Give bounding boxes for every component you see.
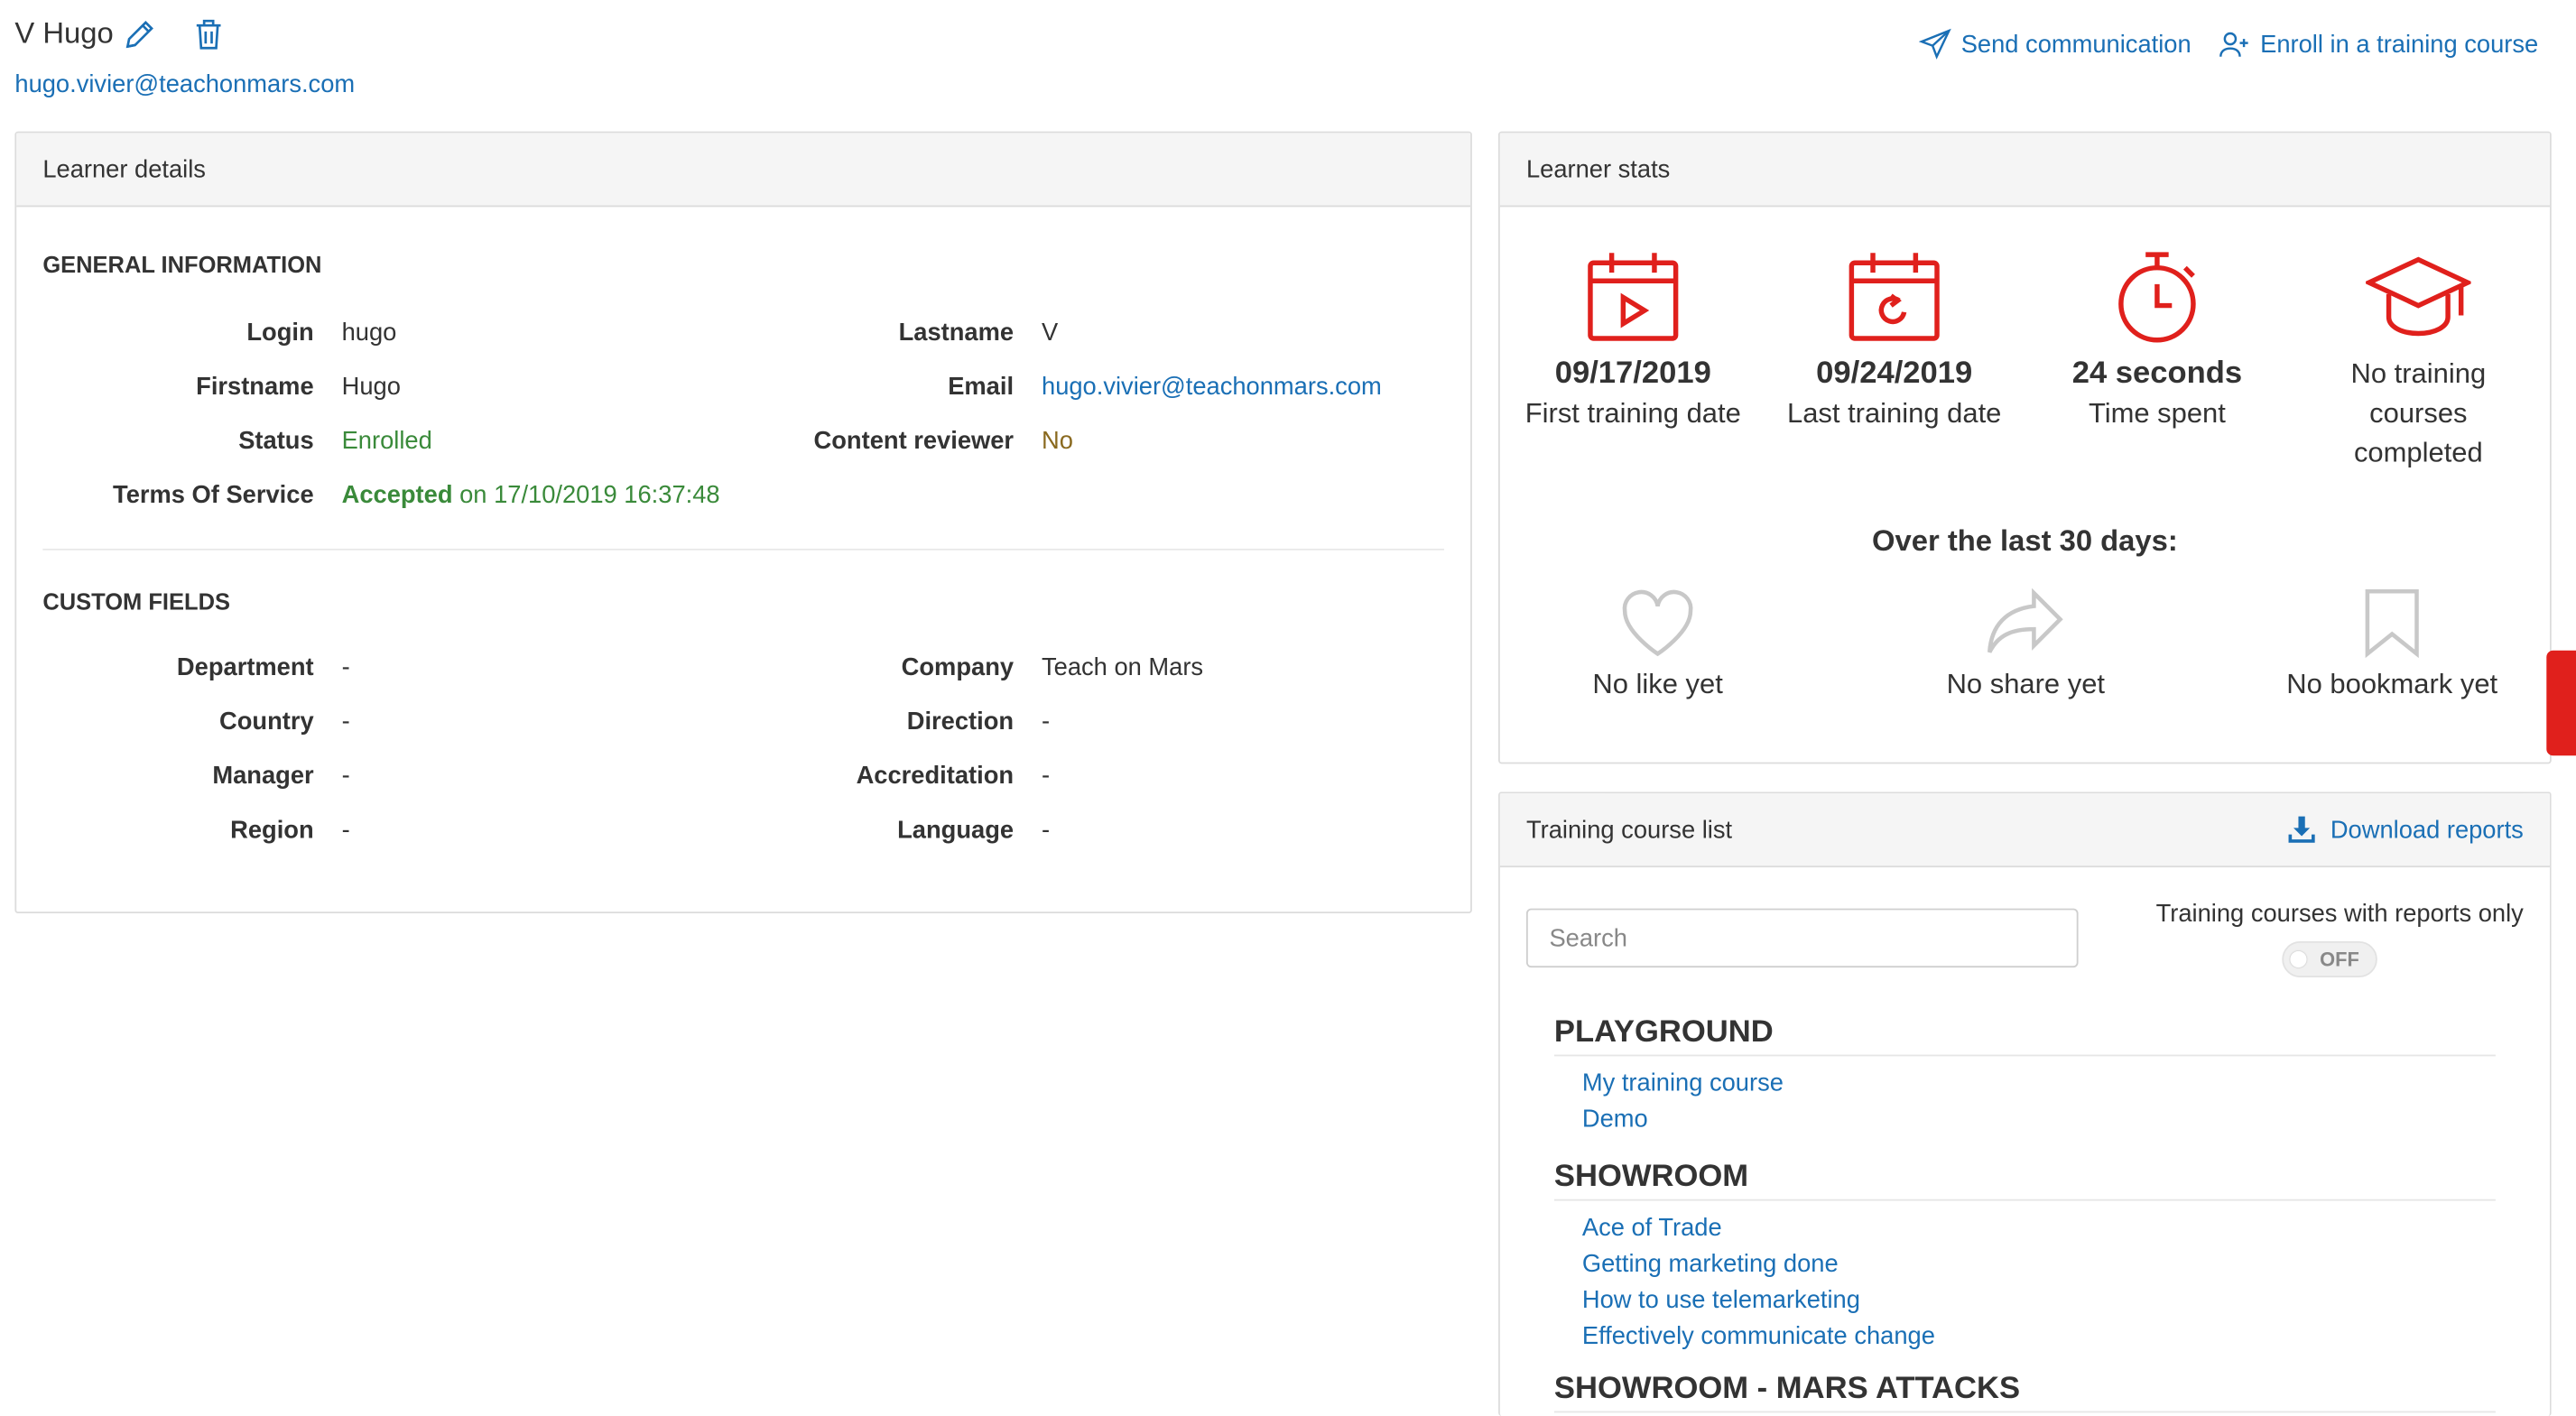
stat-bookmarks: No bookmark yet [2252, 587, 2531, 701]
share-icon [1987, 588, 2063, 653]
course-link[interactable]: How to use telemarketing [1554, 1283, 2496, 1319]
panel-header: Learner stats [1499, 133, 2550, 208]
stat-time-spent: 24 seconds Time spent [2043, 250, 2273, 434]
course-search-input[interactable] [1525, 908, 2079, 968]
training-list-title: Training course list [1525, 815, 1733, 844]
header-actions: Send communication Enroll in a training … [1918, 28, 2538, 60]
feedback-side-tab[interactable] [2546, 650, 2576, 756]
panel-header: Learner details [16, 133, 1471, 208]
graduation-cap-icon [2366, 256, 2471, 337]
paper-plane-icon [1918, 28, 1951, 60]
download-icon [2289, 816, 2316, 843]
tos-date: on 17/10/2019 16:37:48 [459, 481, 720, 510]
course-group-mars-attacks: SHOWROOM - MARS ATTACKS [1553, 1372, 2496, 1413]
toggle-state: OFF [2320, 948, 2359, 971]
course-link[interactable]: Getting marketing done [1554, 1247, 2496, 1283]
stat-first-training: 09/17/2019 First training date [1518, 250, 1748, 434]
send-communication-label: Send communication [1960, 30, 2191, 59]
send-communication-button[interactable]: Send communication [1918, 28, 2191, 60]
course-link[interactable]: Effectively communicate change [1554, 1319, 2496, 1356]
bookmark-icon [2365, 588, 2419, 659]
enroll-training-button[interactable]: Enroll in a training course [2218, 28, 2538, 60]
group-title: SHOWROOM [1553, 1160, 2496, 1201]
tos-status: Accepted [341, 481, 453, 510]
enroll-training-label: Enroll in a training course [2260, 30, 2539, 59]
user-plus-icon [2219, 32, 2248, 57]
calendar-play-icon [1588, 253, 1679, 341]
learner-name: V Hugo [14, 16, 114, 50]
trash-icon[interactable] [190, 16, 227, 52]
learner-details-panel: Learner details GENERAL INFORMATION Logi… [14, 131, 1472, 914]
stat-last-training: 09/24/2019 Last training date [1779, 250, 2009, 434]
status-value: Enrolled [341, 427, 432, 456]
learner-email-link[interactable]: hugo.vivier@teachonmars.com [14, 70, 355, 98]
learner-stats-panel: Learner stats 09/17/2019 First training … [1498, 131, 2552, 764]
stat-shares: No share yet [1886, 587, 2165, 701]
general-information-heading: GENERAL INFORMATION [42, 251, 322, 278]
panel-header: Training course list Download reports [1499, 793, 2550, 868]
email-link[interactable]: hugo.vivier@teachonmars.com [1042, 371, 1382, 403]
pencil-icon[interactable] [122, 16, 158, 52]
download-reports-button[interactable]: Download reports [2288, 815, 2524, 845]
reports-only-toggle[interactable]: OFF [2282, 940, 2377, 978]
last-30-days-heading: Over the last 30 days: [1872, 523, 2178, 558]
section-divider [42, 548, 1444, 551]
custom-fields-heading: CUSTOM FIELDS [42, 588, 230, 615]
reports-only-label: Training courses with reports only [2155, 900, 2524, 929]
calendar-refresh-icon [1849, 253, 1940, 341]
course-group-showroom: SHOWROOM Ace of Trade Getting marketing … [1553, 1160, 2496, 1356]
group-title: PLAYGROUND [1553, 1015, 2496, 1057]
course-link[interactable]: Ace of Trade [1554, 1210, 2496, 1246]
stopwatch-icon [2118, 252, 2196, 343]
course-group-playground: PLAYGROUND My training course Demo [1553, 1015, 2496, 1139]
learner-stats-title: Learner stats [1525, 155, 1671, 183]
training-course-list-panel: Training course list Download reports Tr… [1498, 791, 2552, 1416]
stat-courses-completed: No training courses completed [2303, 250, 2534, 474]
toggle-knob [2290, 950, 2307, 968]
group-title: SHOWROOM - MARS ATTACKS [1553, 1372, 2496, 1413]
heart-icon [1622, 589, 1693, 657]
course-link[interactable]: Demo [1554, 1102, 2496, 1138]
course-link[interactable]: My training course [1554, 1066, 2496, 1102]
learner-details-title: Learner details [42, 155, 206, 183]
stat-likes: No like yet [1518, 587, 1797, 701]
